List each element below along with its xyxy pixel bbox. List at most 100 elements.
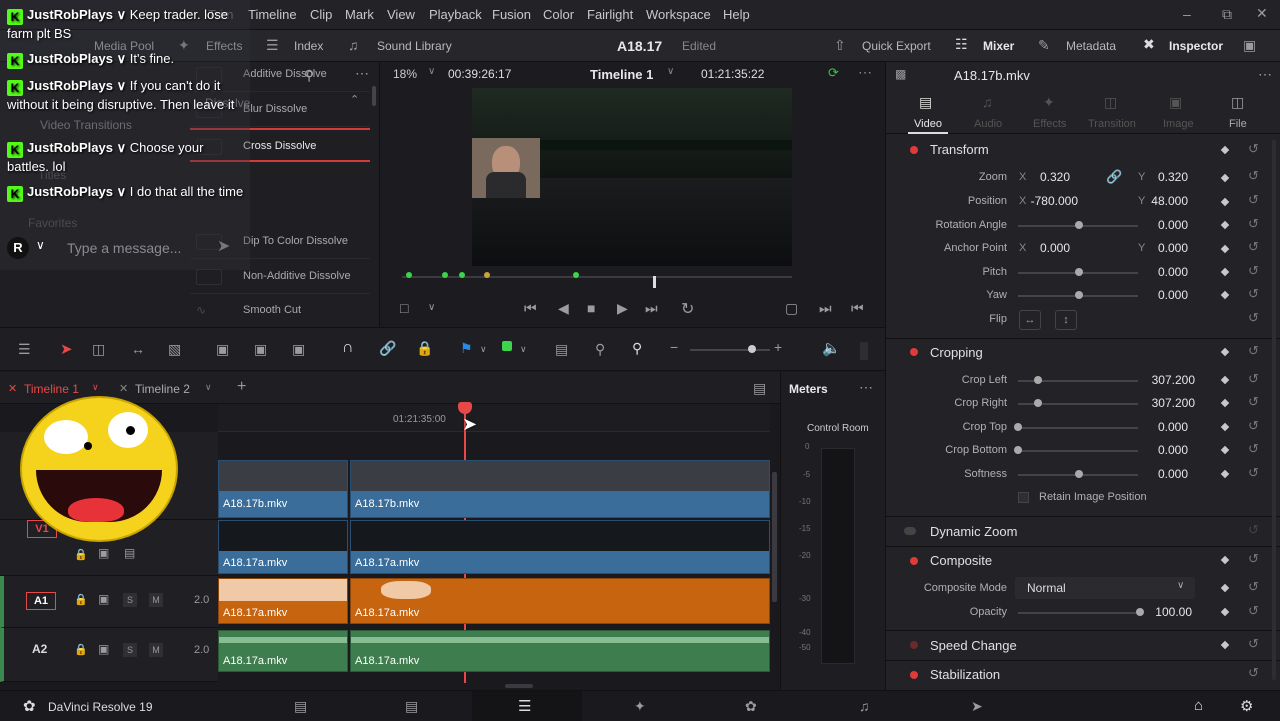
chat-input[interactable]: Type a message... [67, 240, 181, 256]
tab-audio[interactable]: Audio [974, 118, 1002, 130]
auto-select-icon[interactable]: ▣ [98, 592, 109, 606]
mute-button[interactable]: M [149, 593, 163, 607]
tab-video[interactable]: Video [914, 118, 942, 130]
audio-clip[interactable]: A18.17a.mkv [350, 630, 770, 672]
composite-section-title[interactable]: Composite [930, 553, 992, 568]
play-icon[interactable]: ▶ [617, 300, 628, 317]
reset-icon[interactable]: ↺ [1248, 286, 1259, 302]
menu-fusion[interactable]: Fusion [492, 7, 531, 22]
reset-icon[interactable]: ↺ [1248, 192, 1259, 208]
slider-knob[interactable] [1075, 291, 1083, 299]
tab-transition[interactable]: Transition [1088, 118, 1136, 130]
replace-clip-icon[interactable]: ▣ [292, 341, 305, 358]
effects-scrollbar[interactable] [372, 86, 376, 106]
minimize-icon[interactable]: – [1183, 6, 1191, 22]
reset-icon[interactable]: ↺ [1248, 394, 1259, 410]
link-icon[interactable]: 🔗 [1106, 169, 1122, 185]
tab-timeline-1[interactable]: Timeline 1 [24, 382, 79, 396]
lock-icon[interactable]: 🔒 [74, 593, 88, 606]
marker[interactable] [459, 272, 465, 278]
stop-icon[interactable]: ■ [587, 300, 595, 316]
inspector-button[interactable]: Inspector [1169, 39, 1223, 53]
jump-end-icon[interactable]: ⏭ [645, 300, 658, 317]
timeline-zoom-slider[interactable] [690, 349, 770, 351]
zoom-full-icon[interactable]: ▤ [555, 341, 568, 358]
slider-knob[interactable] [1034, 399, 1042, 407]
chevron-down-icon[interactable]: ∨ [428, 66, 435, 77]
zoom-y-value[interactable]: 0.320 [1128, 170, 1188, 184]
color-page-icon[interactable]: ✿ [745, 698, 757, 715]
stabilization-title[interactable]: Stabilization [930, 667, 1000, 682]
slider-knob[interactable] [748, 345, 756, 353]
composite-mode-select[interactable]: Normal ∨ [1015, 577, 1195, 599]
timeline-view-icon[interactable]: ▤ [753, 380, 766, 397]
zoom-level[interactable]: 18% [393, 67, 417, 81]
cropping-section-title[interactable]: Cropping [930, 345, 983, 360]
fusion-page-icon[interactable]: ✦ [634, 698, 646, 715]
speed-change-toggle[interactable] [910, 641, 918, 649]
zoom-detail-icon[interactable]: ⚲ [595, 341, 605, 358]
menu-clip[interactable]: Clip [310, 7, 332, 22]
flag-icon[interactable]: ⚑ [460, 340, 473, 357]
reset-icon[interactable]: ↺ [1248, 168, 1259, 184]
dynamic-zoom-toggle[interactable] [904, 527, 916, 535]
opacity-slider[interactable] [1018, 612, 1138, 614]
next-edit-icon[interactable]: ⏭ [819, 300, 832, 317]
video-clip[interactable]: A18.17a.mkv [218, 520, 348, 574]
sound-library-button[interactable]: Sound Library [377, 39, 452, 53]
anchor-x-value[interactable]: 0.000 [1010, 241, 1070, 255]
quick-export-button[interactable]: Quick Export [862, 39, 931, 53]
close-icon[interactable]: ✕ [1256, 5, 1268, 22]
slider-knob[interactable] [1075, 268, 1083, 276]
reset-icon[interactable]: ↺ [1248, 603, 1259, 619]
reset-icon[interactable]: ↺ [1248, 141, 1259, 157]
reset-icon[interactable]: ↺ [1248, 665, 1259, 681]
slider-knob[interactable] [1075, 221, 1083, 229]
overwrite-clip-icon[interactable]: ▣ [254, 341, 267, 358]
softness-value[interactable]: 0.000 [1128, 467, 1188, 481]
reset-icon[interactable]: ↺ [1248, 418, 1259, 434]
lock-icon[interactable]: 🔒 [416, 340, 433, 357]
chevron-down-icon[interactable]: ∨ [667, 66, 674, 77]
marker[interactable] [573, 272, 579, 278]
reset-icon[interactable]: ↺ [1248, 310, 1259, 326]
position-y-value[interactable]: 48.000 [1128, 194, 1188, 208]
add-timeline-icon[interactable]: + [237, 378, 246, 396]
reset-icon[interactable]: ↺ [1248, 263, 1259, 279]
crop-top-slider[interactable] [1018, 427, 1138, 429]
flip-horizontal-icon[interactable]: ↔ [1019, 310, 1041, 330]
cropping-enable-toggle[interactable] [910, 348, 918, 356]
chevron-down-icon[interactable]: ∨ [92, 382, 99, 393]
reset-icon[interactable]: ↺ [1248, 551, 1259, 567]
audio-clip[interactable]: A18.17a.mkv [350, 578, 770, 624]
link-icon[interactable]: 🔗 [379, 340, 396, 357]
reset-icon[interactable]: ↺ [1248, 579, 1259, 595]
anchor-y-value[interactable]: 0.000 [1128, 241, 1188, 255]
fullscreen-icon[interactable]: ▣ [1243, 37, 1256, 54]
reset-icon[interactable]: ↺ [1248, 465, 1259, 481]
blade-tool-icon[interactable]: ▧ [168, 341, 181, 358]
inspector-scrollbar[interactable] [1272, 140, 1276, 680]
menu-fairlight[interactable]: Fairlight [587, 7, 633, 22]
slider-knob[interactable] [1034, 376, 1042, 384]
lock-icon[interactable]: 🔒 [74, 643, 88, 656]
effect-smooth-cut[interactable]: ∿ Smooth Cut [190, 294, 370, 328]
audio-clip[interactable]: A18.17a.mkv [218, 578, 348, 624]
dynamic-zoom-title[interactable]: Dynamic Zoom [930, 524, 1017, 539]
crop-bottom-slider[interactable] [1018, 450, 1138, 452]
reset-icon[interactable]: ↺ [1248, 371, 1259, 387]
reset-icon[interactable]: ↺ [1248, 343, 1259, 359]
video-clip[interactable]: A18.17b.mkv [218, 460, 348, 518]
more-options-icon[interactable]: ⋯ [1258, 66, 1272, 83]
pitch-value[interactable]: 0.000 [1128, 265, 1188, 279]
trim-tool-icon[interactable]: ◫ [92, 341, 105, 358]
reset-icon[interactable]: ↺ [1248, 239, 1259, 255]
mixer-button[interactable]: Mixer [983, 39, 1014, 53]
close-icon[interactable]: ✕ [119, 382, 128, 395]
tab-file[interactable]: File [1229, 118, 1247, 130]
menu-help[interactable]: Help [723, 7, 750, 22]
stabilization-toggle[interactable] [910, 671, 918, 679]
menu-view[interactable]: View [387, 7, 415, 22]
mute-button[interactable]: M [149, 643, 163, 657]
tab-effects[interactable]: Effects [1033, 118, 1066, 130]
